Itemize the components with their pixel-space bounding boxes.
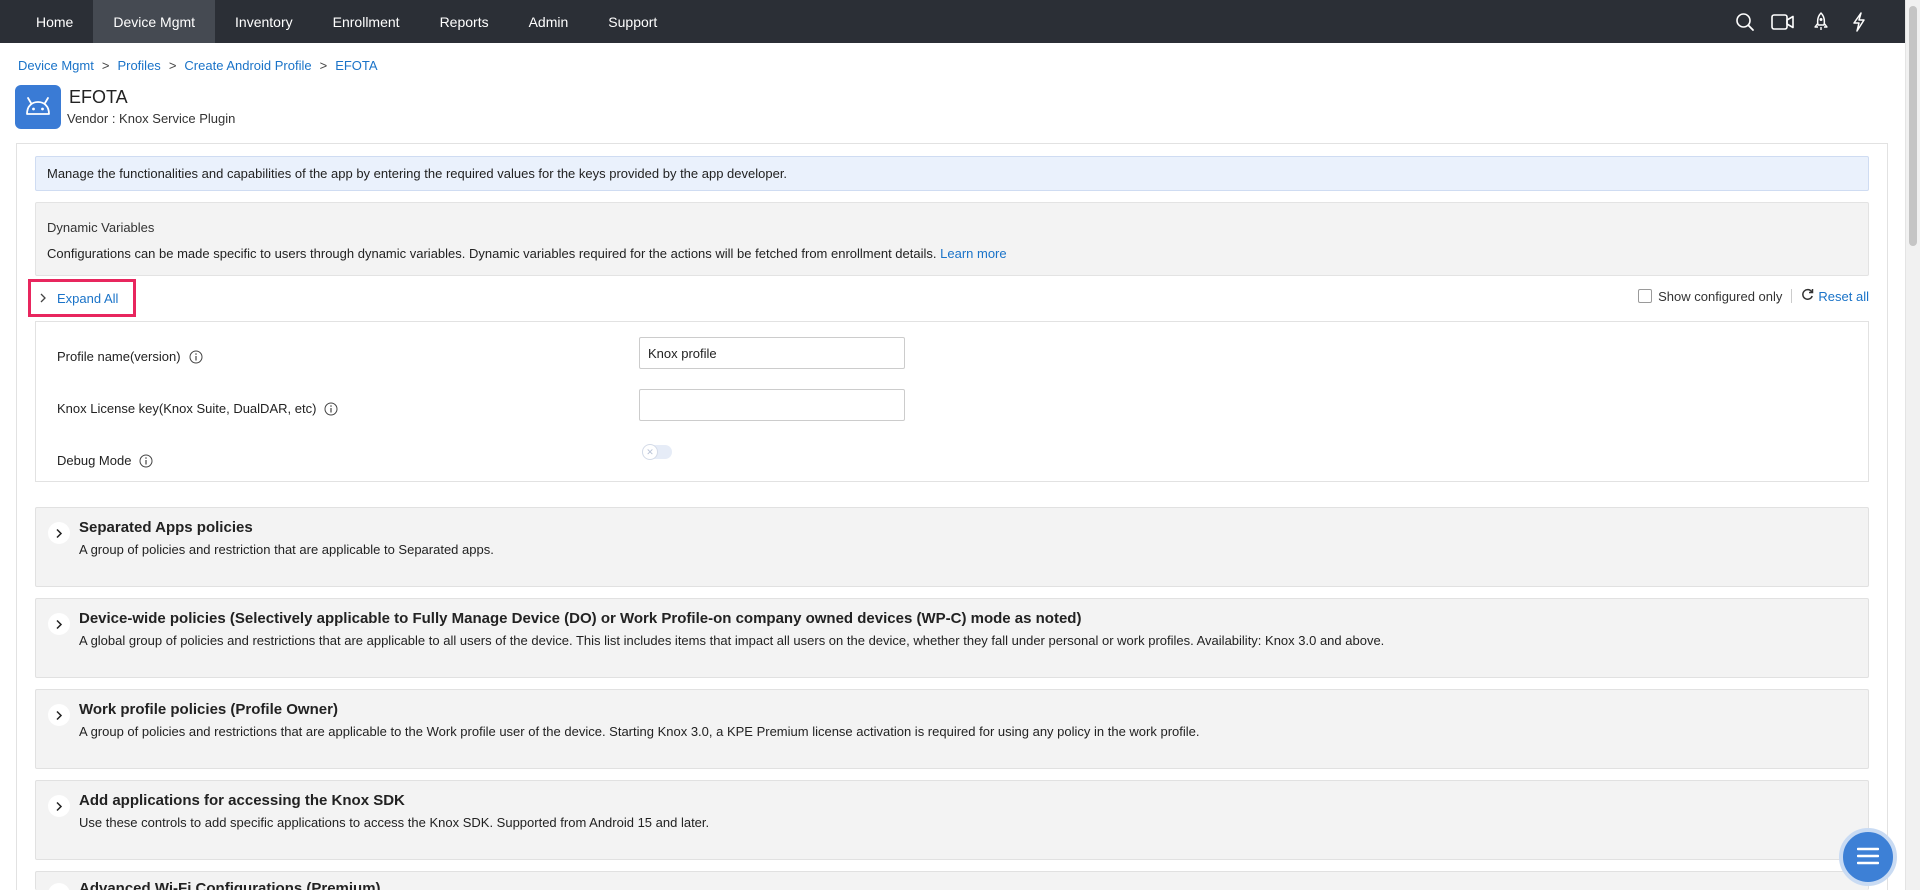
breadcrumb-separator: > — [319, 58, 328, 73]
page-scrollbar[interactable] — [1905, 0, 1920, 890]
nav-tab-enrollment[interactable]: Enrollment — [313, 0, 420, 43]
section-knox-sdk-apps[interactable]: Add applications for accessing the Knox … — [35, 780, 1869, 860]
chevron-right-icon[interactable] — [48, 522, 70, 544]
chevron-right-icon[interactable] — [48, 795, 70, 817]
reset-all-label: Reset all — [1818, 288, 1869, 304]
license-key-input[interactable] — [639, 389, 905, 421]
search-icon[interactable] — [1733, 10, 1757, 34]
section-description: A group of policies and restrictions tha… — [79, 724, 1200, 739]
reset-all-button[interactable]: Reset all — [1801, 288, 1869, 304]
section-device-wide-policies[interactable]: Device-wide policies (Selectively applic… — [35, 598, 1869, 678]
nav-tab-reports[interactable]: Reports — [420, 0, 509, 43]
chevron-right-icon — [39, 291, 47, 306]
breadcrumb-separator: > — [168, 58, 177, 73]
section-description: A group of policies and restriction that… — [79, 542, 494, 557]
section-work-profile-policies[interactable]: Work profile policies (Profile Owner) A … — [35, 689, 1869, 769]
section-title: Separated Apps policies — [79, 519, 253, 536]
dynamic-variables-text: Configurations can be made specific to u… — [47, 246, 937, 261]
license-key-label: Knox License key(Knox Suite, DualDAR, et… — [57, 401, 338, 416]
list-controls: Show configured only Reset all — [1638, 288, 1869, 304]
refresh-icon — [1801, 288, 1814, 304]
info-icon[interactable] — [324, 402, 338, 416]
nav-tab-support[interactable]: Support — [588, 0, 677, 43]
dynamic-variables-title: Dynamic Variables — [47, 220, 155, 235]
nav-tab-device-mgmt[interactable]: Device Mgmt — [93, 0, 216, 43]
chevron-right-icon[interactable] — [48, 613, 70, 635]
section-description: A global group of policies and restricti… — [79, 633, 1385, 648]
section-description: Use these controls to add specific appli… — [79, 815, 710, 830]
video-icon[interactable] — [1771, 10, 1795, 34]
breadcrumb-efota[interactable]: EFOTA — [335, 58, 377, 73]
nav-tabs: Home Device Mgmt Inventory Enrollment Re… — [0, 0, 677, 43]
chevron-right-icon[interactable] — [48, 883, 70, 890]
section-title: Work profile policies (Profile Owner) — [79, 701, 338, 718]
show-configured-checkbox[interactable] — [1638, 289, 1653, 303]
android-icon — [15, 85, 61, 129]
breadcrumb-device-mgmt[interactable]: Device Mgmt — [18, 58, 94, 73]
breadcrumb-separator: > — [101, 58, 110, 73]
section-title: Advanced Wi-Fi Configurations (Premium) — [79, 880, 381, 890]
nav-tab-admin[interactable]: Admin — [509, 0, 589, 43]
breadcrumb-profiles[interactable]: Profiles — [117, 58, 160, 73]
toggle-off-icon: ✕ — [642, 444, 658, 460]
scrollbar-thumb[interactable] — [1909, 6, 1917, 246]
section-title: Device-wide policies (Selectively applic… — [79, 610, 1082, 627]
nav-tab-home[interactable]: Home — [16, 0, 93, 43]
breadcrumb: Device Mgmt > Profiles > Create Android … — [18, 58, 378, 73]
dynamic-variables-description: Configurations can be made specific to u… — [47, 246, 1007, 261]
info-banner-text: Manage the functionalities and capabilit… — [47, 166, 788, 181]
debug-mode-label: Debug Mode — [57, 453, 153, 468]
profile-name-input[interactable] — [639, 337, 905, 369]
nav-right-actions — [1733, 0, 1905, 43]
info-icon[interactable] — [139, 454, 153, 468]
dynamic-variables-panel: Dynamic Variables Configurations can be … — [35, 202, 1869, 276]
info-banner: Manage the functionalities and capabilit… — [35, 156, 1869, 191]
expand-all-label: Expand All — [57, 290, 119, 306]
menu-fab-button[interactable] — [1839, 828, 1897, 886]
section-advanced-wifi[interactable]: Advanced Wi-Fi Configurations (Premium) — [35, 871, 1869, 890]
lightning-icon[interactable] — [1847, 10, 1871, 34]
show-configured-label[interactable]: Show configured only — [1658, 289, 1782, 304]
profile-fields-panel: Profile name(version) Knox License key(K… — [35, 321, 1869, 482]
profile-name-label-text: Profile name(version) — [57, 349, 181, 364]
profile-name-label: Profile name(version) — [57, 349, 203, 364]
section-separated-apps[interactable]: Separated Apps policies A group of polic… — [35, 507, 1869, 587]
breadcrumb-create-android-profile[interactable]: Create Android Profile — [184, 58, 311, 73]
expand-all-button[interactable]: Expand All — [28, 279, 136, 317]
learn-more-link[interactable]: Learn more — [940, 246, 1006, 261]
info-icon[interactable] — [189, 350, 203, 364]
top-navigation-bar: Home Device Mgmt Inventory Enrollment Re… — [0, 0, 1905, 43]
chevron-right-icon[interactable] — [48, 704, 70, 726]
debug-mode-label-text: Debug Mode — [57, 453, 132, 468]
nav-tab-inventory[interactable]: Inventory — [215, 0, 313, 43]
divider — [1791, 289, 1793, 303]
debug-mode-toggle[interactable]: ✕ — [642, 444, 672, 460]
menu-icon — [1856, 847, 1880, 868]
vendor-label: Vendor : Knox Service Plugin — [67, 111, 236, 126]
license-key-label-text: Knox License key(Knox Suite, DualDAR, et… — [57, 401, 317, 416]
section-title: Add applications for accessing the Knox … — [79, 792, 405, 809]
rocket-icon[interactable] — [1809, 10, 1833, 34]
page-title: EFOTA — [69, 87, 128, 107]
